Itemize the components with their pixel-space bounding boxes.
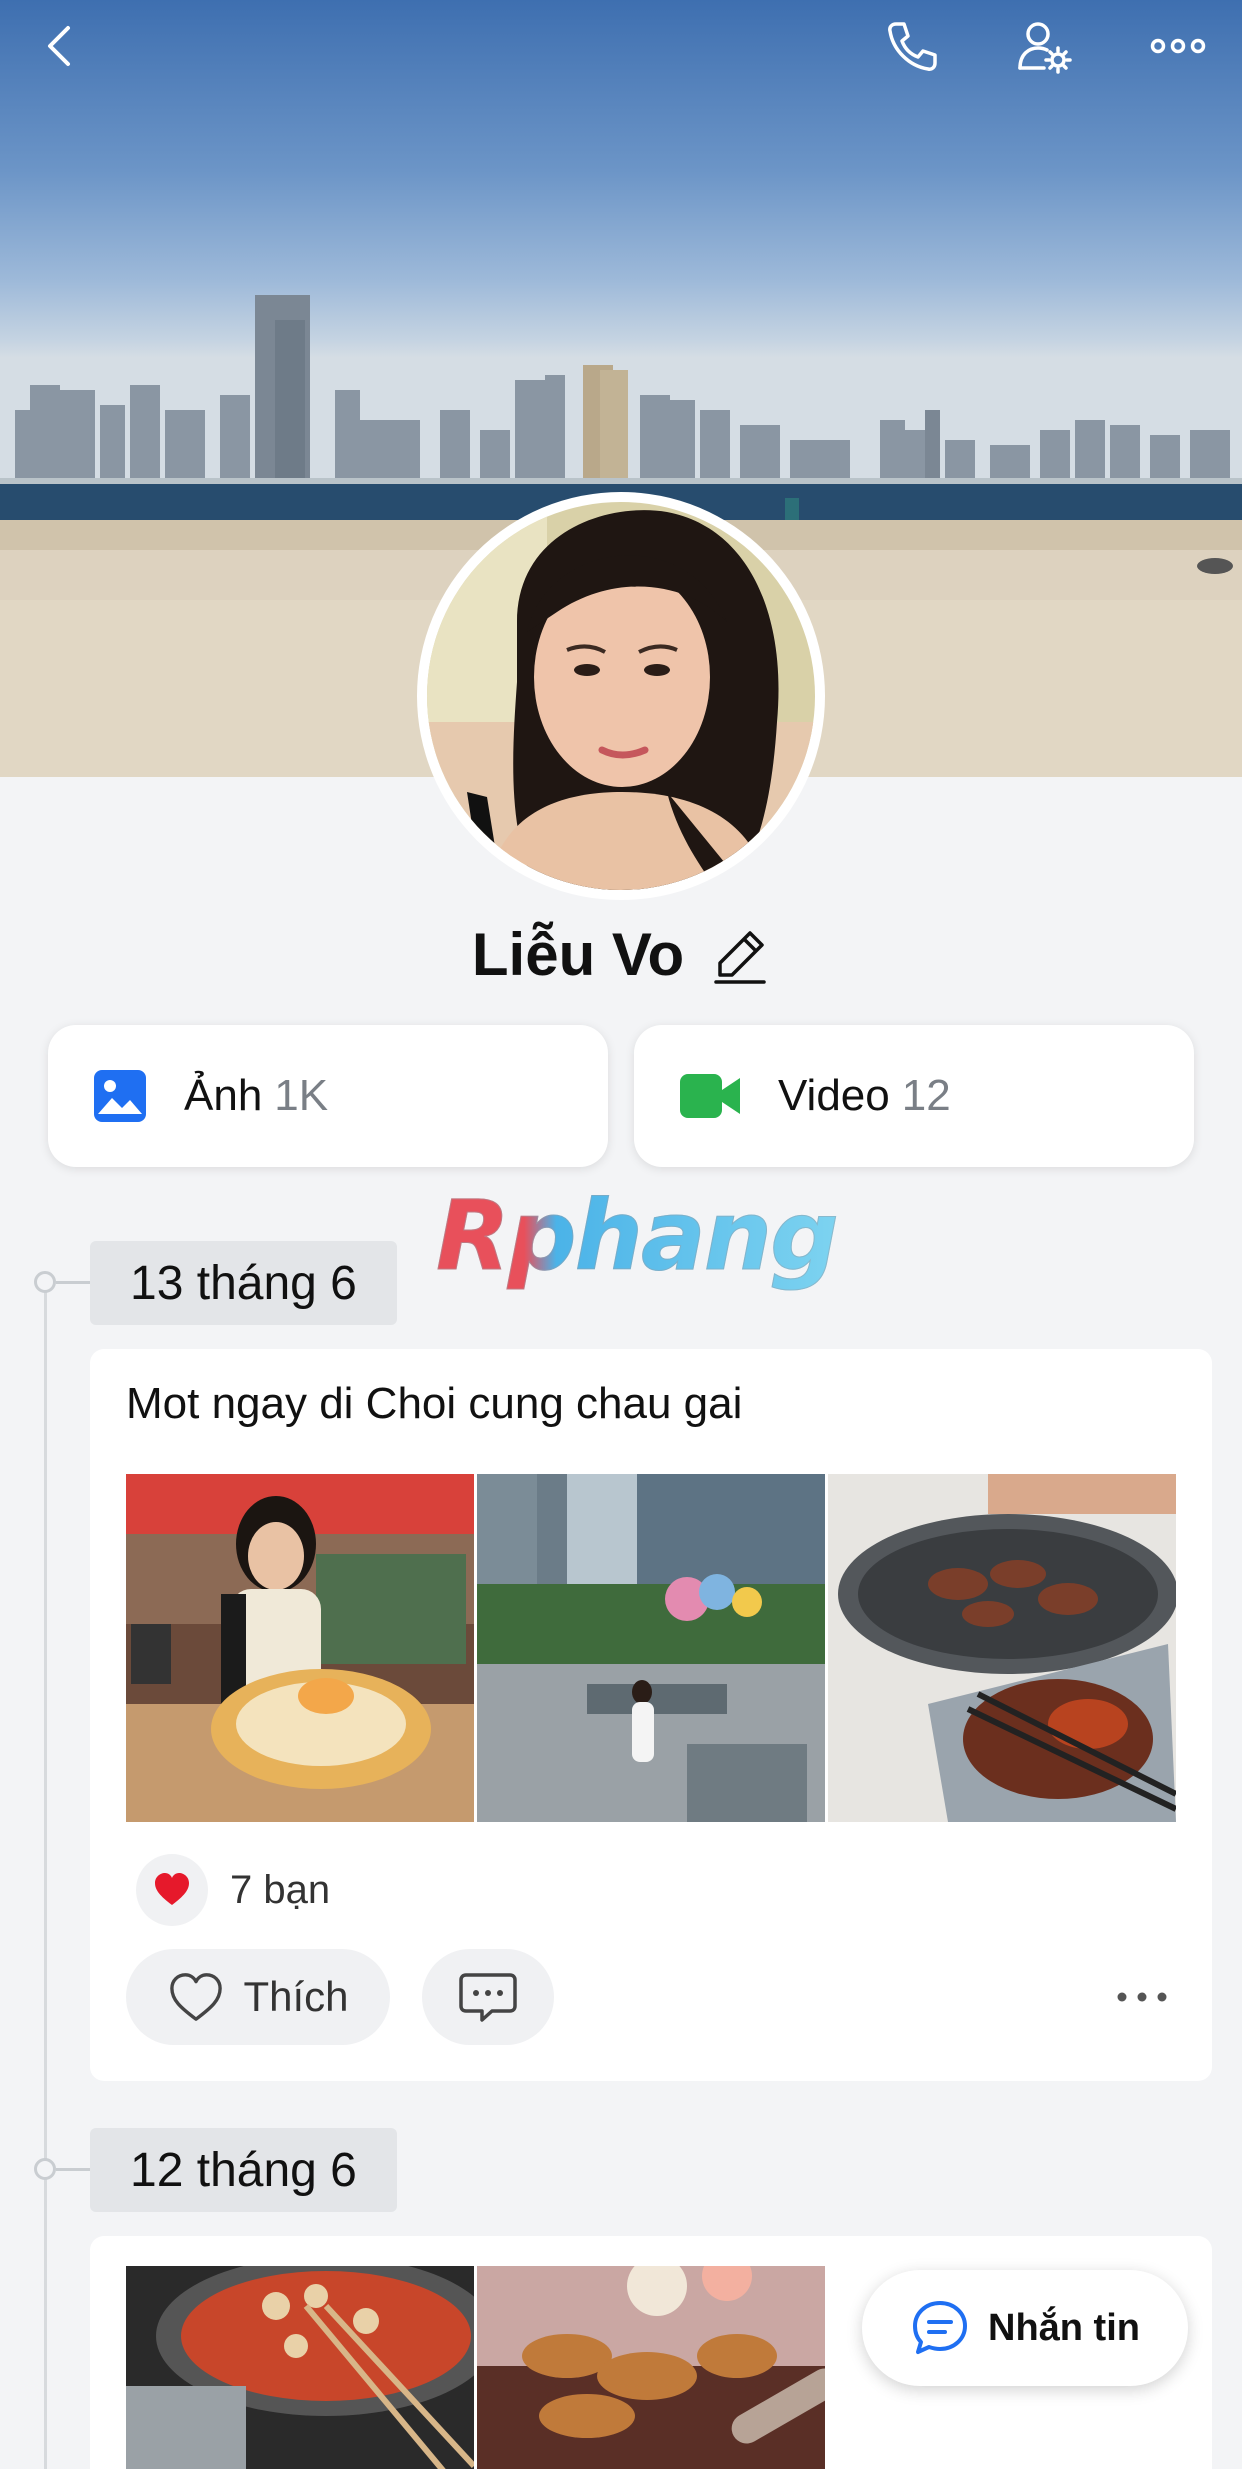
photos-icon <box>94 1070 146 1122</box>
more-horizontal-icon <box>1117 1992 1167 2002</box>
message-label: Nhắn tin <box>988 2306 1140 2349</box>
reaction-summary[interactable]: 7 bạn <box>136 1854 330 1926</box>
profile-settings-button[interactable] <box>1008 10 1080 82</box>
more-horizontal-icon <box>1150 38 1206 54</box>
heart-filled-icon <box>155 1873 189 1905</box>
comment-icon <box>459 1973 517 2022</box>
heart-reaction-badge <box>136 1854 208 1926</box>
phone-icon <box>888 22 937 71</box>
message-button[interactable]: Nhắn tin <box>862 2270 1188 2386</box>
date-label: 12 tháng 6 <box>130 2143 357 2197</box>
more-options-button[interactable] <box>1142 10 1214 82</box>
watermark-logo: Rphang <box>436 1180 840 1293</box>
like-label: Thích <box>243 1973 349 2020</box>
post-photo[interactable] <box>828 1474 1176 1822</box>
chicken-wings-photo <box>477 2266 825 2469</box>
post-photo[interactable] <box>477 1474 825 1822</box>
bbq-grill-photo <box>828 1474 1176 1822</box>
plaza-photo <box>477 1474 825 1822</box>
video-camera-icon <box>680 1074 740 1118</box>
timeline-connector <box>56 2168 90 2171</box>
date-label: 13 tháng 6 <box>130 1256 357 1310</box>
timeline-dot <box>34 2158 56 2180</box>
timeline-line <box>44 1282 47 2469</box>
photos-count: 1K <box>274 1071 329 1120</box>
heart-outline-icon <box>170 1973 223 2021</box>
profile-name-row: Liễu Vo <box>0 920 1242 989</box>
post-text[interactable]: Mot ngay di Choi cung chau gai <box>126 1379 742 1429</box>
chat-bubble-icon <box>913 2301 967 2354</box>
profile-name: Liễu Vo <box>471 921 685 988</box>
videos-card[interactable]: Video 12 <box>634 1025 1194 1167</box>
post-more-button[interactable] <box>1102 1967 1182 2027</box>
post-photo[interactable] <box>126 1474 474 1822</box>
back-button[interactable] <box>24 10 96 82</box>
user-settings-icon <box>1018 22 1072 74</box>
restaurant-selfie-photo <box>126 1474 474 1822</box>
avatar-image <box>427 502 815 890</box>
videos-label: Video <box>778 1071 890 1120</box>
edit-name-icon[interactable] <box>710 925 770 985</box>
date-chip: 13 tháng 6 <box>90 1241 397 1325</box>
post-photo[interactable] <box>126 2266 474 2469</box>
comment-button[interactable] <box>422 1949 554 2045</box>
chevron-left-icon <box>48 26 70 66</box>
avatar[interactable] <box>417 492 825 900</box>
like-button[interactable]: Thích <box>126 1949 390 2045</box>
timeline-post: Mot ngay di Choi cung chau gai 7 bạn Thí… <box>90 1349 1212 2081</box>
call-button[interactable] <box>876 10 948 82</box>
reaction-count: 7 bạn <box>230 1867 331 1912</box>
videos-count: 12 <box>901 1071 951 1120</box>
post-photo[interactable] <box>477 2266 825 2469</box>
photos-card[interactable]: Ảnh 1K <box>48 1025 608 1167</box>
date-chip: 12 tháng 6 <box>90 2128 397 2212</box>
timeline-connector <box>56 1281 90 1284</box>
timeline-dot <box>34 1271 56 1293</box>
hotpot-photo <box>126 2266 474 2469</box>
photos-label: Ảnh <box>184 1071 263 1120</box>
